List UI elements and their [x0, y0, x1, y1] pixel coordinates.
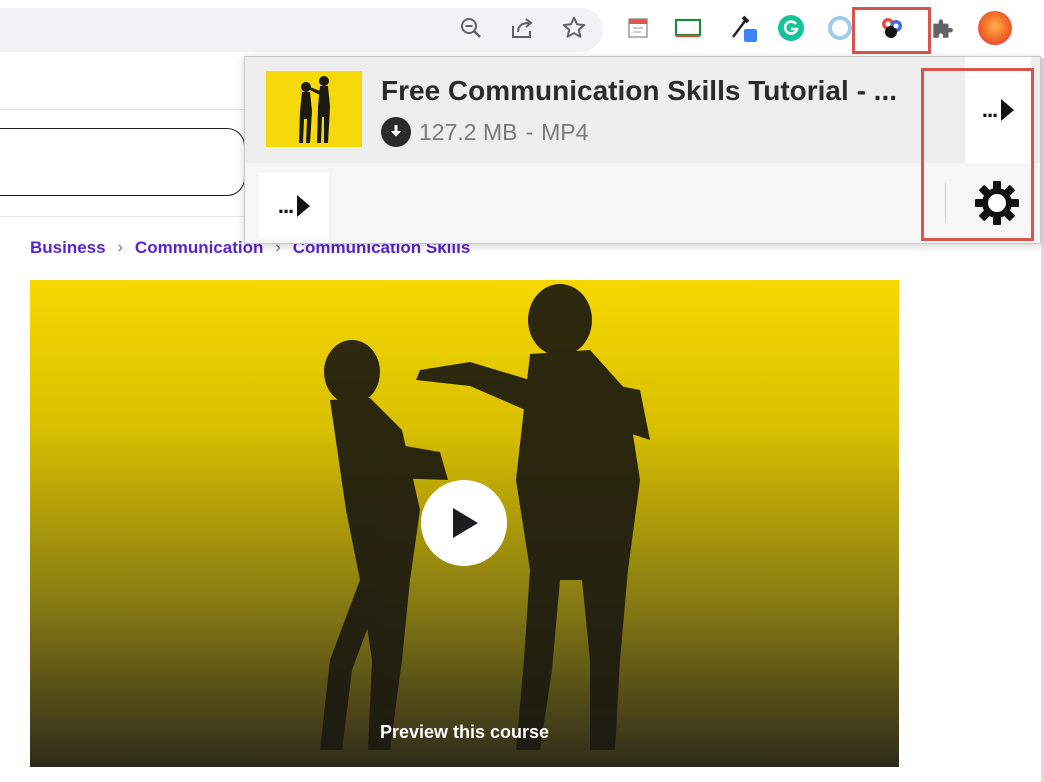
breadcrumb-business[interactable]: Business — [30, 238, 106, 258]
page-header-row — [0, 58, 250, 110]
settings-highlight-box — [921, 68, 1034, 241]
video-thumbnail — [266, 71, 362, 147]
play-icon — [453, 508, 478, 538]
page-divider — [0, 216, 250, 217]
color-picker-extension-icon[interactable] — [728, 12, 760, 44]
play-button[interactable] — [421, 480, 507, 566]
browser-toolbar — [0, 0, 1044, 58]
download-icon[interactable] — [381, 117, 411, 147]
profile-avatar[interactable] — [977, 10, 1013, 46]
preview-course-label: Preview this course — [379, 722, 550, 742]
video-size: 127.2 MB — [419, 118, 518, 145]
footer-more-dots: ... — [277, 193, 294, 218]
video-title: Free Communication Skills Tutorial - ... — [381, 75, 898, 106]
footer-more-button[interactable]: ... — [259, 173, 329, 239]
chevron-right-icon — [297, 195, 311, 217]
extensions-puzzle-icon[interactable] — [926, 12, 958, 44]
breadcrumb-separator: › — [117, 239, 123, 256]
video-format: MP4 — [541, 118, 589, 145]
course-preview-video[interactable]: Preview this course — [30, 280, 899, 767]
extension-highlight-box — [852, 7, 931, 54]
zoom-out-icon[interactable] — [457, 14, 485, 42]
video-meta: 127.2 MB - MP4 — [381, 117, 588, 147]
meta-separator: - — [525, 118, 534, 145]
notes-extension-icon[interactable] — [622, 12, 654, 44]
screen-capture-extension-icon[interactable] — [672, 12, 704, 44]
browser-window: Business › Communication › Communication… — [0, 0, 1044, 782]
bookmark-star-icon[interactable] — [560, 14, 588, 42]
share-icon[interactable] — [509, 14, 537, 42]
grammarly-extension-icon[interactable] — [775, 12, 807, 44]
page-search-box[interactable] — [0, 128, 245, 196]
